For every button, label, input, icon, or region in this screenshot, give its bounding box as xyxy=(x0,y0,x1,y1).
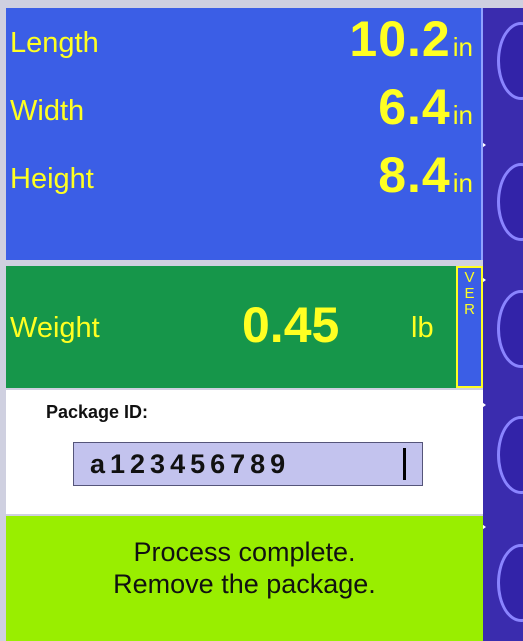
softkey-notch-3 xyxy=(483,398,486,412)
ver-tab[interactable]: V E R xyxy=(456,266,483,388)
status-line-2: Remove the package. xyxy=(113,569,376,599)
width-value: 6.4 xyxy=(378,79,451,135)
softkey-1[interactable] xyxy=(497,22,523,100)
height-value-group: 8.4in xyxy=(378,146,473,204)
width-unit: in xyxy=(452,100,473,130)
length-value-group: 10.2in xyxy=(349,10,473,68)
length-unit: in xyxy=(452,32,473,62)
softkey-column xyxy=(483,8,523,641)
text-cursor xyxy=(403,448,406,480)
weight-panel: Weight 0.45 lb xyxy=(6,266,456,388)
softkey-4[interactable] xyxy=(497,416,523,494)
dimensions-panel: Length 10.2in Width 6.4in Height 8.4in xyxy=(6,8,483,260)
weight-value: 0.45 xyxy=(242,297,340,353)
width-row: Width 6.4in xyxy=(6,76,481,138)
length-value: 10.2 xyxy=(349,11,451,67)
softkey-2[interactable] xyxy=(497,163,523,241)
ver-letter-r: R xyxy=(464,301,475,318)
softkey-notch-1 xyxy=(483,138,486,152)
height-label: Height xyxy=(10,163,94,195)
scale-display: Length 10.2in Width 6.4in Height 8.4in W… xyxy=(0,0,523,641)
softkey-5[interactable] xyxy=(497,544,523,622)
package-id-value: a123456789 xyxy=(90,449,291,479)
softkey-notch-4 xyxy=(483,520,486,534)
width-label: Width xyxy=(10,95,85,127)
height-unit: in xyxy=(452,168,473,198)
softkey-notch-2 xyxy=(483,273,486,287)
package-id-input[interactable]: a123456789 xyxy=(73,442,423,486)
weight-unit: lb xyxy=(411,312,434,344)
width-value-group: 6.4in xyxy=(378,78,473,136)
ver-letter-v: V xyxy=(464,269,475,286)
status-line-1: Process complete. xyxy=(133,537,356,567)
status-panel: Process complete. Remove the package. xyxy=(6,516,483,641)
height-value: 8.4 xyxy=(378,147,451,203)
length-row: Length 10.2in xyxy=(6,8,481,70)
length-label: Length xyxy=(10,27,99,59)
ver-letter-e: E xyxy=(464,285,475,302)
package-id-label: Package ID: xyxy=(46,402,149,422)
softkey-3[interactable] xyxy=(497,290,523,368)
height-row: Height 8.4in xyxy=(6,144,481,206)
package-panel: Package ID: a123456789 xyxy=(6,390,483,514)
weight-label: Weight xyxy=(10,312,100,344)
